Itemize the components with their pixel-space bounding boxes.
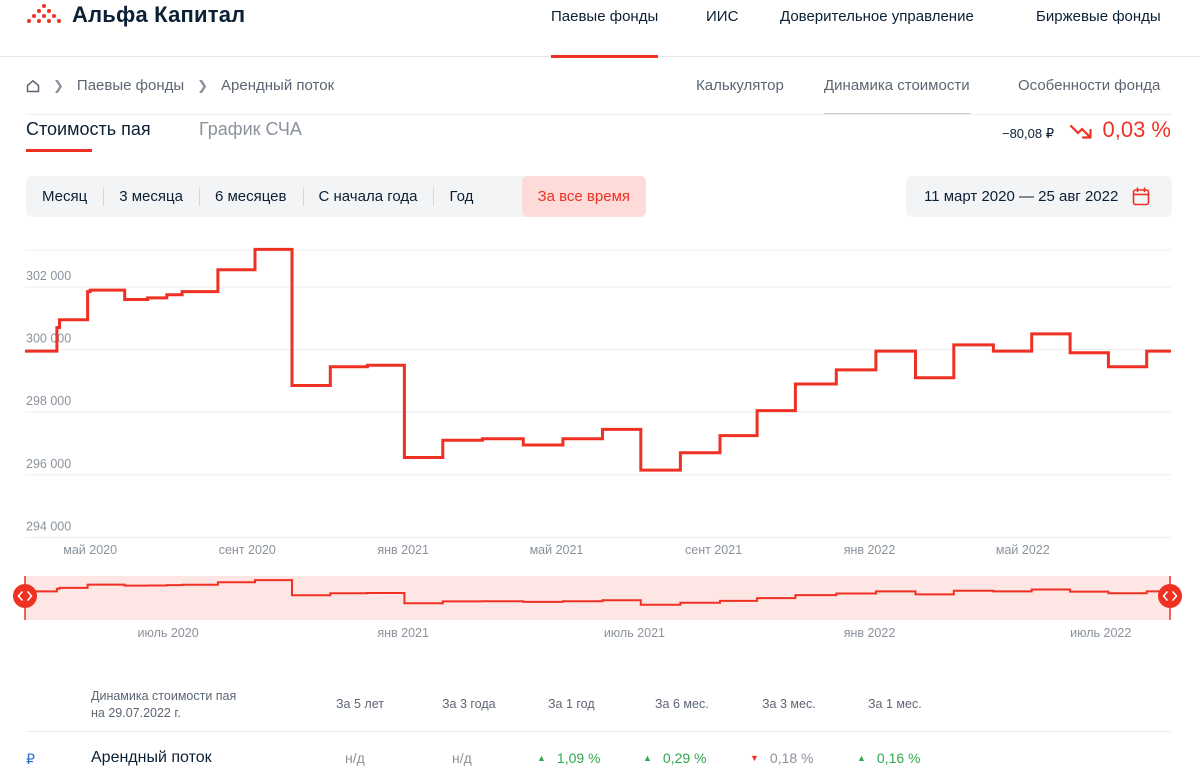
top-navigation: Альфа Капитал Паевые фонды ИИС Доверител… bbox=[0, 0, 1200, 58]
chevron-right-icon: ❯ bbox=[53, 77, 64, 93]
cell-6m-value: 0,29 % bbox=[662, 750, 707, 766]
change-percent: 0,03 % bbox=[1102, 117, 1172, 142]
fund-name[interactable]: Арендный поток bbox=[91, 749, 212, 767]
cell-3m-value: 0,18 % bbox=[769, 750, 814, 766]
x-tick-label: май 2020 bbox=[63, 543, 117, 557]
x-tick-label: янв 2021 bbox=[377, 543, 429, 557]
navigator-x-tick-label: янв 2022 bbox=[844, 626, 896, 640]
tab-nav-chart[interactable]: График СЧА bbox=[199, 119, 302, 152]
cell-6m: ▲ 0,29 % bbox=[643, 750, 707, 766]
breadcrumb-fund[interactable]: Арендный поток bbox=[221, 77, 334, 94]
column-3m: За 3 мес. bbox=[762, 697, 816, 711]
x-tick-label: янв 2022 bbox=[844, 543, 896, 557]
range-navigator[interactable]: июль 2020 янв 2021 июль 2021 янв 2022 июль 2… bbox=[0, 566, 1200, 646]
period-month[interactable]: Месяц bbox=[26, 176, 103, 217]
currency-icon: ₽ bbox=[26, 751, 35, 767]
chevron-right-icon: ❯ bbox=[197, 77, 209, 93]
y-tick-label: 300 000 bbox=[26, 332, 71, 346]
navigator-selection[interactable] bbox=[25, 576, 1170, 620]
cell-1y: ▲ 1,09 % bbox=[537, 750, 601, 766]
change-absolute: −80,08 ₽ bbox=[1001, 126, 1054, 141]
navigator-x-tick-label: июль 2021 bbox=[604, 626, 665, 640]
subnav-features[interactable]: Особенности фонда bbox=[1018, 77, 1160, 115]
table-header-title: Динамика стоимости пая на 29.07.2022 г. bbox=[91, 688, 236, 722]
nav-exchange-funds[interactable]: Биржевые фонды bbox=[1036, 8, 1161, 57]
cell-1m: ▲ 0,16 % bbox=[857, 750, 921, 766]
period-ytd[interactable]: С начала года bbox=[302, 176, 434, 217]
date-range-picker[interactable]: 11 март 2020 — 25 авг 2022 bbox=[906, 176, 1172, 217]
arrow-up-icon: ▲ bbox=[643, 753, 652, 763]
trend-down-icon bbox=[1070, 124, 1092, 139]
arrow-down-icon: ▼ bbox=[750, 753, 759, 763]
period-6-months[interactable]: 6 месяцев bbox=[198, 176, 303, 217]
period-all-time[interactable]: За все время bbox=[521, 176, 646, 217]
column-1m: За 1 мес. bbox=[868, 697, 922, 711]
y-tick-label: 302 000 bbox=[26, 269, 71, 283]
table-title: Динамика стоимости пая bbox=[91, 689, 237, 703]
table-divider bbox=[26, 731, 1172, 732]
breadcrumb-mutual-funds[interactable]: Паевые фонды bbox=[77, 77, 184, 94]
column-1y: За 1 год bbox=[548, 697, 595, 711]
x-axis: май 2020 сент 2020 янв 2021 май 2021 сент 20… bbox=[63, 543, 1049, 557]
cell-3y: н/д bbox=[452, 750, 472, 766]
x-tick-label: сент 2020 bbox=[219, 543, 276, 557]
cell-1m-value: 0,16 % bbox=[876, 750, 921, 766]
y-axis: 294 000 296 000 298 000 300 000 302 000 bbox=[26, 269, 71, 533]
logo-icon bbox=[27, 4, 61, 23]
logo[interactable]: Альфа Капитал bbox=[26, 2, 245, 28]
column-3y: За 3 года bbox=[442, 697, 496, 711]
price-series-line bbox=[25, 247, 1171, 472]
y-tick-label: 294 000 bbox=[26, 519, 71, 533]
column-5y: За 5 лет bbox=[336, 697, 384, 711]
calendar-icon[interactable] bbox=[1132, 187, 1150, 206]
subnav-calculator[interactable]: Калькулятор bbox=[696, 77, 784, 115]
column-6m: За 6 мес. bbox=[655, 697, 709, 711]
x-tick-label: май 2022 bbox=[996, 543, 1050, 557]
divider bbox=[26, 114, 1172, 115]
cell-5y: н/д bbox=[345, 750, 365, 766]
cell-5y-value: н/д bbox=[345, 750, 365, 766]
home-icon[interactable] bbox=[26, 79, 40, 93]
nav-trust-management[interactable]: Доверительное управление bbox=[780, 8, 974, 57]
nav-mutual-funds[interactable]: Паевые фонды bbox=[551, 8, 659, 58]
breadcrumb: ❯ Паевые фонды ❯ Арендный поток bbox=[26, 77, 334, 94]
y-tick-label: 298 000 bbox=[26, 394, 71, 408]
x-tick-label: сент 2021 bbox=[685, 543, 742, 557]
cell-1y-value: 1,09 % bbox=[556, 750, 601, 766]
navigator-x-tick-label: июль 2020 bbox=[138, 626, 199, 640]
nav-iis[interactable]: ИИС bbox=[706, 8, 738, 57]
navigator-x-axis: июль 2020 янв 2021 июль 2021 янв 2022 июль 2… bbox=[138, 626, 1132, 640]
period-selector: Месяц 3 месяца 6 месяцев С начала года Г… bbox=[26, 176, 646, 217]
navigator-left-handle[interactable] bbox=[13, 584, 37, 608]
price-chart[interactable]: 294 000 296 000 298 000 300 000 302 000 май … bbox=[0, 240, 1200, 565]
date-range-value: 11 март 2020 — 25 авг 2022 bbox=[924, 188, 1119, 205]
cell-3y-value: н/д bbox=[452, 750, 472, 766]
logo-text: Альфа Капитал bbox=[72, 2, 246, 27]
period-year[interactable]: Год bbox=[433, 176, 489, 217]
y-tick-label: 296 000 bbox=[26, 457, 71, 471]
navigator-x-tick-label: июль 2022 bbox=[1070, 626, 1131, 640]
table-date: на 29.07.2022 г. bbox=[91, 706, 181, 720]
navigator-right-handle[interactable] bbox=[1158, 584, 1182, 608]
period-3-months[interactable]: 3 месяца bbox=[103, 176, 199, 217]
subnav-dynamics[interactable]: Динамика стоимости bbox=[824, 77, 970, 115]
arrow-up-icon: ▲ bbox=[857, 753, 866, 763]
tab-share-price[interactable]: Стоимость пая bbox=[26, 119, 151, 152]
x-tick-label: май 2021 bbox=[530, 543, 584, 557]
cell-3m: ▼ 0,18 % bbox=[750, 750, 814, 766]
chart-grid bbox=[25, 249, 1171, 538]
navigator-x-tick-label: янв 2021 bbox=[377, 626, 429, 640]
arrow-up-icon: ▲ bbox=[537, 753, 546, 763]
